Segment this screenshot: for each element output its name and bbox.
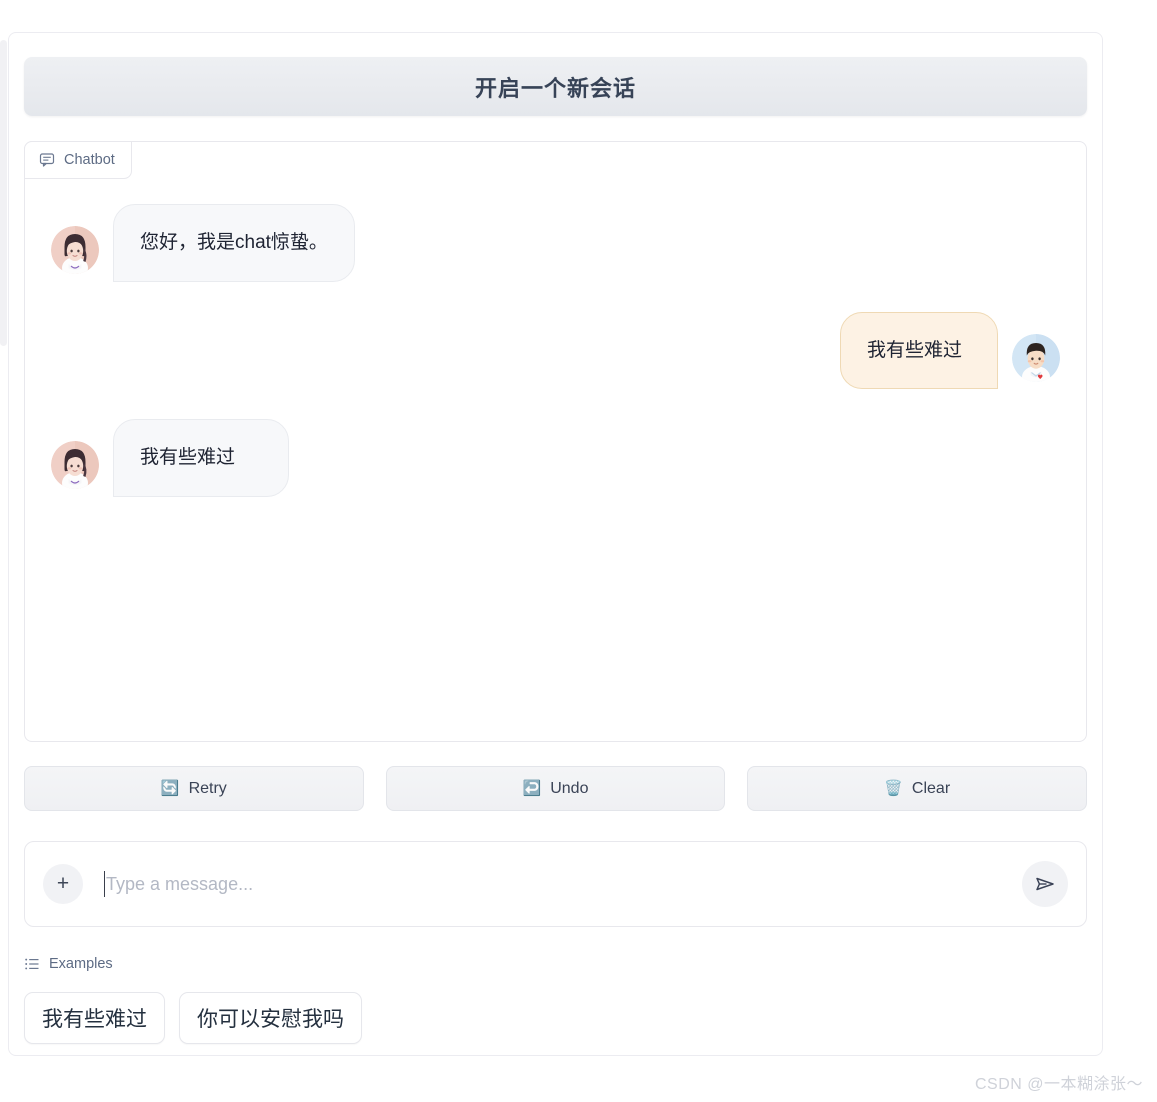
clear-button-label: Clear bbox=[911, 779, 951, 797]
examples-list: 我有些难过 你可以安慰我吗 bbox=[24, 992, 362, 1044]
text-caret bbox=[104, 871, 105, 897]
message-row-user: 我有些难过 bbox=[51, 311, 1060, 390]
send-paper-plane-icon bbox=[1033, 872, 1057, 896]
retry-icon: 🔄 bbox=[160, 780, 180, 797]
message-row-bot: 我有些难过 bbox=[51, 419, 1060, 497]
clear-button[interactable]: 🗑️ Clear bbox=[747, 766, 1088, 811]
examples-heading-text: Examples bbox=[49, 956, 113, 972]
app-root: 开启一个新会话 Chatbot 您好，我是chat惊蛰。 我有些难过 我有些难过… bbox=[0, 0, 1157, 1102]
chatbot-label-text: Chatbot bbox=[64, 152, 115, 168]
female-bot-avatar bbox=[51, 441, 99, 490]
speech-bubble-icon bbox=[39, 152, 55, 168]
undo-button[interactable]: ↩️ Undo bbox=[385, 766, 726, 811]
message-row-bot: 您好，我是chat惊蛰。 bbox=[51, 204, 1060, 282]
action-button-row: 🔄 Retry ↩️ Undo 🗑️ Clear bbox=[24, 766, 1088, 811]
example-chip-1[interactable]: 我有些难过 bbox=[24, 992, 165, 1044]
message-bubble-bot: 我有些难过 bbox=[113, 419, 289, 497]
message-input-bar: + Type a message... bbox=[24, 841, 1087, 927]
male-user-avatar bbox=[1012, 333, 1060, 382]
message-bubble-user: 我有些难过 bbox=[840, 311, 998, 390]
page-title: 开启一个新会话 bbox=[474, 75, 636, 101]
message-bubble-bot: 您好，我是chat惊蛰。 bbox=[113, 204, 355, 282]
plus-icon: + bbox=[56, 872, 70, 895]
send-button[interactable] bbox=[1022, 861, 1068, 907]
message-input-placeholder: Type a message... bbox=[106, 873, 254, 894]
retry-button-label: Retry bbox=[188, 779, 227, 797]
example-chip-2[interactable]: 你可以安慰我吗 bbox=[179, 992, 362, 1044]
undo-button-label: Undo bbox=[550, 779, 589, 797]
chatbot-label: Chatbot bbox=[24, 141, 132, 179]
watermark: CSDN @一本糊涂张～ bbox=[974, 1076, 1143, 1093]
retry-button[interactable]: 🔄 Retry bbox=[24, 766, 364, 811]
clear-icon: 🗑️ bbox=[884, 780, 903, 797]
female-bot-avatar bbox=[51, 226, 99, 274]
add-attachment-button[interactable]: + bbox=[43, 864, 83, 904]
page-scrollbar[interactable] bbox=[0, 40, 7, 346]
list-icon bbox=[24, 956, 40, 972]
chatbot-panel: Chatbot 您好，我是chat惊蛰。 我有些难过 我有些难过 bbox=[24, 141, 1087, 742]
examples-heading: Examples bbox=[24, 956, 113, 972]
message-list: 您好，我是chat惊蛰。 我有些难过 我有些难过 bbox=[25, 180, 1086, 741]
message-input[interactable]: Type a message... bbox=[104, 864, 1022, 904]
new-conversation-banner[interactable]: 开启一个新会话 bbox=[24, 57, 1087, 116]
undo-icon: ↩️ bbox=[522, 780, 542, 797]
